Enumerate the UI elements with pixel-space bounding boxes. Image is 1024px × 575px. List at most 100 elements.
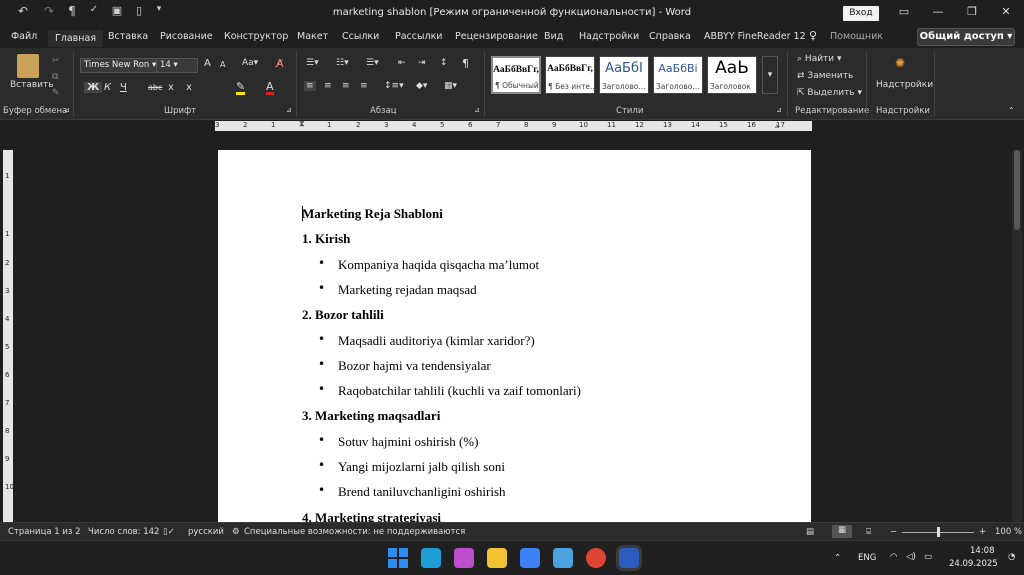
clipboard-launcher-icon[interactable]: ⊿ xyxy=(64,106,70,114)
format-painter-icon[interactable]: ✎ xyxy=(52,88,60,98)
addins-icon[interactable]: ✺ xyxy=(895,56,905,70)
word-icon[interactable] xyxy=(619,548,639,568)
grow-font-icon[interactable]: A xyxy=(204,58,211,69)
paragraph-launcher-icon[interactable]: ⊿ xyxy=(474,106,480,114)
font-color-icon[interactable]: A xyxy=(266,81,274,95)
shading-icon[interactable]: ◆▾ xyxy=(416,81,427,91)
tab-references[interactable]: Ссылки xyxy=(342,31,379,42)
language-status[interactable]: русский xyxy=(188,527,224,537)
find-button[interactable]: ⌕ Найти ▾ xyxy=(797,54,842,64)
edge-icon[interactable] xyxy=(421,548,441,568)
input-language[interactable]: ENG xyxy=(858,553,876,563)
superscript-icon[interactable]: x xyxy=(186,82,192,93)
minimize-button[interactable]: — xyxy=(926,3,950,21)
show-marks-icon[interactable]: ¶ xyxy=(462,57,469,70)
tab-insert[interactable]: Вставка xyxy=(108,31,148,42)
chrome-icon[interactable] xyxy=(586,548,606,568)
horizontal-ruler[interactable]: 3 2 1 1 2 3 4 5 6 7 8 9 10 11 12 13 14 1… xyxy=(215,119,812,131)
proofing-icon[interactable]: ▯✓ xyxy=(163,527,175,537)
tab-abbyy[interactable]: ABBYY FineReader 12 xyxy=(704,31,806,42)
tab-mailings[interactable]: Рассылки xyxy=(395,31,442,42)
addins-button[interactable]: Надстройки xyxy=(876,80,933,90)
store-icon[interactable] xyxy=(520,548,540,568)
change-case-icon[interactable]: Aa▾ xyxy=(242,58,258,68)
font-launcher-icon[interactable]: ⊿ xyxy=(286,106,292,114)
wifi-icon[interactable]: ◠ xyxy=(890,552,897,562)
borders-icon[interactable]: ▦▾ xyxy=(444,81,457,91)
show-hidden-icons[interactable]: ⌃ xyxy=(834,553,841,563)
justify-icon[interactable]: ≡ xyxy=(360,81,368,91)
tab-file[interactable]: Файл xyxy=(11,31,37,42)
cut-icon[interactable]: ✂ xyxy=(52,56,60,66)
tab-draw[interactable]: Рисование xyxy=(160,31,213,42)
tab-design[interactable]: Конструктор xyxy=(224,31,288,42)
zoom-in-icon[interactable]: + xyxy=(979,527,986,537)
align-left-icon[interactable]: ≡ xyxy=(304,81,316,91)
read-mode-icon[interactable]: ▤ xyxy=(806,527,814,537)
tab-view[interactable]: Вид xyxy=(544,31,563,42)
tab-layout[interactable]: Макет xyxy=(297,31,328,42)
multilevel-list-icon[interactable]: ☰▾ xyxy=(366,58,379,68)
zoom-out-icon[interactable]: − xyxy=(890,527,897,537)
font-size-select[interactable]: 14 ▾ xyxy=(156,58,198,73)
select-button[interactable]: ⇱ Выделить ▾ xyxy=(797,88,862,98)
tab-addins[interactable]: Надстройки xyxy=(579,31,639,42)
vertical-ruler[interactable]: 2 1 1 2 3 4 5 6 7 8 9 10 xyxy=(3,144,14,522)
right-indent-marker-icon[interactable]: ▵ xyxy=(775,121,779,130)
indent-marker-icon[interactable]: ⧗ xyxy=(299,119,305,129)
collapse-ribbon-icon[interactable]: ⌃ xyxy=(1008,106,1015,115)
paste-button[interactable]: Вставить xyxy=(10,80,54,90)
line-spacing-icon[interactable]: ↕≡▾ xyxy=(384,81,404,91)
style-no-spacing[interactable]: АаБбВвГг, ¶ Без инте... xyxy=(545,56,595,94)
align-center-icon[interactable]: ≡ xyxy=(324,81,332,91)
copy-icon[interactable]: ⧉ xyxy=(52,72,58,82)
scroll-thumb[interactable] xyxy=(1014,150,1020,230)
bold-button[interactable]: Ж xyxy=(84,82,103,93)
underline-button[interactable]: Ч xyxy=(120,82,127,93)
clear-format-icon[interactable]: A̸ xyxy=(276,57,284,70)
styles-more-icon[interactable]: ▾ xyxy=(762,56,778,94)
web-layout-icon[interactable]: ⌸ xyxy=(866,527,871,537)
style-title[interactable]: АаЬ Заголовок xyxy=(707,56,757,94)
sort-icon[interactable]: ↕ xyxy=(440,58,448,68)
file-explorer-icon[interactable] xyxy=(487,548,507,568)
increase-indent-icon[interactable]: ⇥ xyxy=(418,58,426,68)
tab-home[interactable]: Главная xyxy=(48,30,104,47)
zoom-slider-thumb[interactable] xyxy=(937,527,940,537)
maximize-button[interactable]: ❐ xyxy=(960,3,984,21)
print-layout-icon[interactable]: ▦ xyxy=(832,525,852,538)
windows-start-icon[interactable] xyxy=(388,548,408,568)
paste-icon[interactable] xyxy=(17,54,39,78)
signin-button[interactable]: Вход xyxy=(843,6,879,21)
italic-button[interactable]: К xyxy=(104,82,111,93)
shrink-font-icon[interactable]: A xyxy=(220,60,225,69)
copilot-icon[interactable] xyxy=(454,548,474,568)
notification-icon[interactable]: ◔ xyxy=(1008,552,1015,562)
style-heading-1[interactable]: АаБбІ Заголово... xyxy=(599,56,649,94)
accessibility-icon[interactable]: ⚙ xyxy=(232,527,240,537)
bullets-icon[interactable]: ☰▾ xyxy=(306,58,319,68)
align-right-icon[interactable]: ≡ xyxy=(342,81,350,91)
vertical-scrollbar[interactable] xyxy=(1012,150,1022,522)
word-count[interactable]: Число слов: 142 xyxy=(88,527,159,537)
volume-icon[interactable]: ◁) xyxy=(906,552,916,562)
highlight-icon[interactable]: ✎ xyxy=(236,81,246,95)
clock-date[interactable]: 24.09.2025 xyxy=(949,559,998,569)
clock-time[interactable]: 14:08 xyxy=(970,546,995,556)
photos-icon[interactable] xyxy=(553,548,573,568)
lightbulb-icon[interactable]: ♀ xyxy=(809,29,817,42)
close-button[interactable]: ✕ xyxy=(994,3,1018,21)
tab-help[interactable]: Справка xyxy=(649,31,691,42)
replace-button[interactable]: ⇄ Заменить xyxy=(797,71,853,81)
tell-me-search[interactable]: Помощник xyxy=(830,31,883,42)
strikethrough-button[interactable]: abc xyxy=(148,83,162,92)
decrease-indent-icon[interactable]: ⇤ xyxy=(398,58,406,68)
style-heading-2[interactable]: АаБбВі Заголово... xyxy=(653,56,703,94)
zoom-level[interactable]: 100 % xyxy=(995,527,1022,537)
document-page[interactable]: Marketing Reja Shabloni 1. Kirish • Kompani… xyxy=(218,150,811,522)
page-count[interactable]: Страница 1 из 2 xyxy=(8,527,81,537)
battery-icon[interactable]: ▭ xyxy=(924,552,932,562)
ribbon-display-icon[interactable]: ▭ xyxy=(892,3,916,21)
styles-launcher-icon[interactable]: ⊿ xyxy=(776,106,782,114)
share-button[interactable]: Общий доступ ▾ xyxy=(917,28,1015,46)
